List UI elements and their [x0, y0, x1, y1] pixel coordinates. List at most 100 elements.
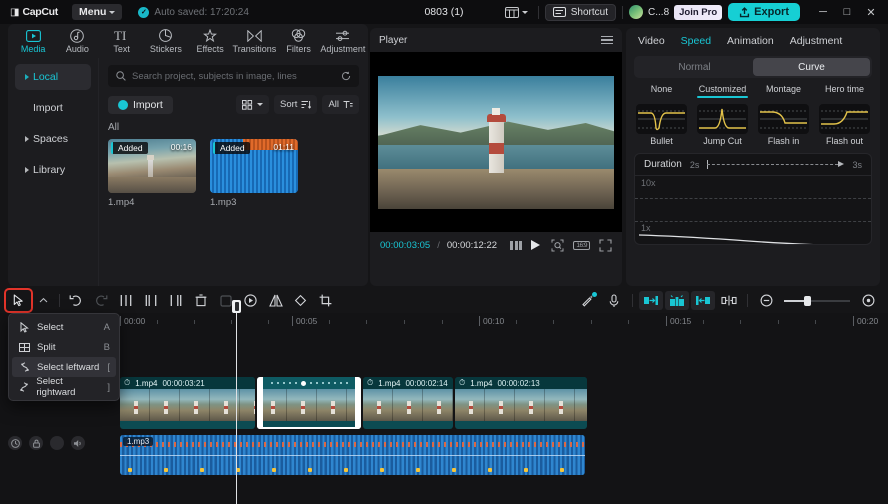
menu-item-shortcut: B	[103, 341, 110, 353]
speed-curve-graph[interactable]: 10x 1x	[635, 176, 871, 244]
preset-bullet[interactable]: Bullet	[634, 104, 689, 146]
auto-magic-tool[interactable]	[576, 291, 600, 310]
search-bar[interactable]	[108, 65, 359, 87]
trim-left-tool[interactable]	[138, 290, 163, 311]
playhead[interactable]	[232, 300, 241, 504]
split-tool[interactable]	[113, 290, 138, 311]
shortcut-button[interactable]: Shortcut	[544, 3, 617, 21]
speed-track-icon[interactable]	[8, 436, 22, 450]
preset-customized[interactable]: Customized	[695, 84, 750, 98]
tab-stickers[interactable]: Stickers	[144, 29, 188, 54]
tab-filters[interactable]: Filters	[277, 29, 321, 54]
preset-montage[interactable]: Montage	[756, 84, 811, 98]
playhead-handle[interactable]	[232, 300, 241, 313]
tab-adjustment[interactable]: Adjustment	[790, 35, 843, 47]
crop-tool[interactable]	[313, 290, 338, 311]
video-preview[interactable]	[378, 75, 614, 209]
tab-speed[interactable]: Speed	[681, 35, 711, 47]
mix-tool[interactable]	[665, 291, 689, 310]
tab-audio[interactable]: Audio	[55, 28, 99, 54]
magnify-icon[interactable]	[551, 239, 564, 252]
play-button[interactable]	[531, 240, 541, 250]
rotate-tool[interactable]	[288, 290, 313, 311]
zoom-slider-knob[interactable]	[804, 295, 811, 306]
tab-video[interactable]: Video	[638, 35, 665, 47]
delete-tool[interactable]	[188, 290, 213, 311]
tab-media[interactable]: Media	[11, 29, 55, 54]
hide-track-icon[interactable]	[50, 436, 64, 450]
snap-right-tool[interactable]	[691, 291, 715, 310]
status-badge: Added	[213, 142, 250, 154]
trim-right-tool[interactable]	[163, 290, 188, 311]
player-menu-icon[interactable]	[601, 35, 613, 45]
search-input[interactable]	[132, 70, 335, 82]
shortcut-label: Shortcut	[570, 6, 609, 18]
filter-button[interactable]: All	[322, 95, 359, 114]
select-tool[interactable]	[4, 288, 33, 313]
chevron-right-icon	[25, 136, 29, 142]
minimize-button[interactable]: ─	[812, 6, 834, 18]
mirror-tool[interactable]	[263, 290, 288, 311]
redo-tool[interactable]	[88, 290, 113, 311]
lock-track-icon[interactable]	[29, 436, 43, 450]
magnet-tool[interactable]	[717, 291, 741, 310]
timeline-ruler[interactable]: 00:00 00:05 00:10 00:15 00:20	[112, 313, 888, 331]
refresh-icon[interactable]	[341, 71, 351, 81]
duration-range-slider[interactable]	[707, 160, 845, 169]
mute-track-icon[interactable]	[71, 436, 85, 450]
sort-button[interactable]: Sort	[274, 95, 318, 114]
media-item-video[interactable]: Added 00:16 1.mp4	[108, 139, 196, 208]
preset-none[interactable]: None	[634, 84, 689, 98]
video-clip-2-selected[interactable]	[257, 377, 361, 429]
preset-underline	[758, 96, 809, 98]
maximize-button[interactable]: □	[836, 6, 858, 18]
menu-item-select[interactable]: Select A	[12, 317, 116, 337]
tab-adjustment[interactable]: Adjustment	[320, 29, 365, 54]
nav-item-library[interactable]: Library	[15, 157, 91, 183]
zoom-out-tool[interactable]	[754, 291, 778, 310]
tool-dropdown-caret[interactable]	[31, 290, 56, 311]
close-button[interactable]: ✕	[860, 6, 882, 19]
export-button[interactable]: Export	[728, 3, 800, 21]
video-clip-3[interactable]: ⏱ 1.mp4 00:00:02:14	[363, 377, 453, 429]
audio-track[interactable]: 1.mp3	[120, 435, 585, 475]
menu-button[interactable]: Menu	[71, 4, 123, 20]
import-button[interactable]: Import	[108, 95, 173, 114]
account-area[interactable]: C...8 Join Pro	[629, 4, 723, 20]
nav-item-import[interactable]: Import	[15, 95, 91, 121]
preset-flash-out[interactable]: Flash out	[817, 104, 872, 146]
preset-label: Customized	[698, 84, 747, 94]
tab-text[interactable]: TI Text	[100, 29, 144, 54]
menu-item-select-leftward[interactable]: Select leftward [	[12, 357, 116, 377]
video-clip-1[interactable]: ⏱ 1.mp4 00:00:03:21	[120, 377, 255, 429]
layout-button[interactable]	[501, 5, 532, 20]
speed-mode-normal[interactable]: Normal	[636, 58, 753, 76]
fullscreen-icon[interactable]	[599, 238, 612, 252]
tab-transitions[interactable]: Transitions	[232, 29, 276, 54]
nav-item-local[interactable]: Local	[15, 64, 91, 90]
view-mode-button[interactable]	[236, 95, 269, 114]
fit-tool[interactable]	[856, 291, 880, 310]
player-controls: 00:00:03:05 / 00:00:12:22 16:9	[370, 232, 622, 258]
preset-flash-in[interactable]: Flash in	[756, 104, 811, 146]
media-item-audio[interactable]: Added 01:11 1.mp3	[210, 139, 298, 208]
aspect-ratio-button[interactable]: 16:9	[573, 240, 590, 250]
tab-effects[interactable]: Effects	[188, 28, 232, 54]
frames-icon[interactable]	[510, 240, 523, 250]
preset-hero-time[interactable]: Hero time	[817, 84, 872, 98]
timeline-zoom-slider[interactable]	[784, 295, 850, 306]
video-clip-4[interactable]: ⏱ 1.mp4 00:00:02:13	[455, 377, 587, 429]
nav-item-spaces[interactable]: Spaces	[15, 126, 91, 152]
menu-item-split[interactable]: Split B	[12, 337, 116, 357]
join-pro-button[interactable]: Join Pro	[674, 4, 723, 20]
snap-left-tool[interactable]	[639, 291, 663, 310]
tab-animation[interactable]: Animation	[727, 35, 774, 47]
clip-handle-left[interactable]	[257, 377, 263, 429]
menu-item-select-rightward[interactable]: Select rightward ]	[12, 376, 116, 398]
undo-tool[interactable]	[63, 290, 88, 311]
clip-handle-right[interactable]	[355, 377, 361, 429]
preset-jump-cut[interactable]: Jump Cut	[695, 104, 750, 146]
speed-mode-curve[interactable]: Curve	[753, 58, 870, 76]
record-tool[interactable]	[602, 291, 626, 310]
freeze-tool[interactable]	[238, 290, 263, 311]
